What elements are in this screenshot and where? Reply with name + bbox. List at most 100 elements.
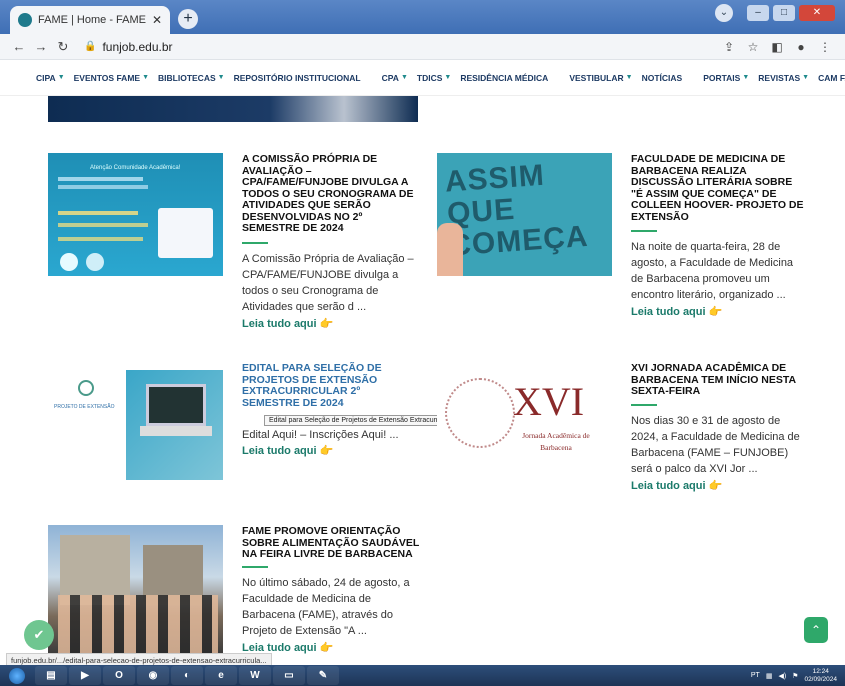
seal-icon bbox=[78, 380, 94, 396]
chrome-icon[interactable]: ◉ bbox=[137, 666, 169, 685]
firefox-icon[interactable]: ◐ bbox=[171, 666, 203, 685]
post-excerpt: No último sábado, 24 de agosto, a Faculd… bbox=[242, 577, 410, 637]
media-player-icon[interactable]: ▶ bbox=[69, 666, 101, 685]
sidepanel-icon[interactable]: ◧ bbox=[765, 40, 789, 54]
post-excerpt: A Comissão Própria de Avaliação – CPA/FA… bbox=[242, 253, 414, 313]
menu-kebab-icon[interactable]: ⋮ bbox=[813, 40, 837, 54]
post-image-jornada[interactable]: XVI Jornada Acadêmica de Barbacena bbox=[437, 364, 612, 484]
title-underline bbox=[631, 404, 657, 406]
internet-explorer-icon[interactable]: e bbox=[205, 666, 237, 685]
flag-icon[interactable]: ⚑ bbox=[792, 672, 798, 680]
read-more-link[interactable]: Leia tudo aqui 👉 bbox=[242, 317, 333, 330]
menu-item-label: NOTÍCIAS bbox=[641, 72, 683, 83]
url-field[interactable]: funjob.edu.br bbox=[102, 40, 717, 54]
new-tab-button[interactable]: + bbox=[178, 9, 198, 29]
menu-item[interactable]: NOTÍCIAS bbox=[642, 73, 683, 83]
post-title[interactable]: XVI JORNADA ACADÊMICA DE BARBACENA TEM I… bbox=[631, 362, 806, 398]
screen: FAME | Home - FAME Faculdade ✕ + ⌄ – □ ✕… bbox=[0, 0, 845, 686]
menu-item-label: CAM FAME bbox=[818, 72, 845, 83]
clock[interactable]: 12:24 02/09/2024 bbox=[804, 668, 837, 684]
group-photo bbox=[58, 595, 218, 655]
read-more-link[interactable]: Leia tudo aqui 👉 bbox=[631, 479, 722, 492]
post-excerpt: Na noite de quarta-feira, 28 de agosto, … bbox=[631, 241, 794, 301]
caret-down-icon: ▼ bbox=[400, 74, 408, 81]
back-icon[interactable]: ← bbox=[8, 39, 30, 54]
post-image-cpa[interactable]: Atenção Comunidade Acadêmica! bbox=[48, 153, 223, 276]
jornada-numeral: XVI bbox=[513, 379, 585, 424]
caret-down-icon: ▼ bbox=[57, 74, 65, 81]
chevron-down-icon[interactable]: ⌄ bbox=[715, 4, 733, 22]
menu-item-label: REPOSITÓRIO INSTITUCIONAL bbox=[233, 72, 361, 83]
post-image-book[interactable]: ASSIM QUE COMEÇA bbox=[437, 153, 612, 276]
post-title[interactable]: A COMISSÃO PRÓPRIA DE AVALIAÇÃO – CPA/FA… bbox=[242, 153, 414, 235]
menu-item-label: CIPA bbox=[36, 72, 56, 83]
menu-item-label: EVENTOS FAME bbox=[73, 72, 141, 83]
volume-icon[interactable]: ◀) bbox=[778, 672, 786, 680]
read-more-link[interactable]: Leia tudo aqui 👉 bbox=[242, 444, 333, 457]
post-title[interactable]: FAME PROMOVE ORIENTAÇÃO SOBRE ALIMENTAÇÃ… bbox=[242, 525, 420, 561]
reload-icon[interactable]: ↻ bbox=[52, 39, 74, 55]
menu-item[interactable]: CPA ▼ bbox=[382, 73, 408, 83]
menu-item[interactable]: TDICS ▼ bbox=[417, 73, 451, 83]
network-icon[interactable]: ▦ bbox=[766, 672, 773, 680]
post-title[interactable]: EDITAL PARA SELEÇÃO DE PROJETOS DE EXTEN… bbox=[242, 362, 392, 409]
menu-item-label: REVISTAS bbox=[758, 72, 801, 83]
laptop-illustration bbox=[146, 384, 206, 426]
tab-title: FAME | Home - FAME Faculdade bbox=[38, 14, 146, 26]
scroll-to-top-button[interactable]: ⌃ bbox=[804, 617, 828, 643]
menu-item[interactable]: CIPA ▼ bbox=[36, 73, 65, 83]
os-taskbar: ▤ ▶ O ◉ ◐ e W ▭ ✎ PT ▦ ◀) ⚑ 12:24 02/09/… bbox=[0, 665, 845, 686]
menu-item[interactable]: EVENTOS FAME ▼ bbox=[74, 73, 149, 83]
windows-logo-icon bbox=[9, 667, 25, 684]
menu-item[interactable]: VESTIBULAR ▼ bbox=[569, 73, 632, 83]
bookmark-star-icon[interactable]: ☆ bbox=[741, 40, 765, 54]
menu-item[interactable]: REPOSITÓRIO INSTITUCIONAL bbox=[234, 73, 361, 83]
clock-date: 02/09/2024 bbox=[804, 675, 837, 683]
lock-icon[interactable]: 🔒 bbox=[84, 41, 96, 52]
forward-icon[interactable]: → bbox=[30, 39, 52, 54]
menu-item-label: PORTAIS bbox=[703, 72, 741, 83]
menu-item-label: RESIDÊNCIA MÉDICA bbox=[460, 72, 549, 83]
menu-item[interactable]: REVISTAS ▼ bbox=[758, 73, 809, 83]
caret-down-icon: ▼ bbox=[742, 74, 750, 81]
browser-tab[interactable]: FAME | Home - FAME Faculdade ✕ bbox=[10, 6, 170, 34]
menu-item-label: BIBLIOTECAS bbox=[158, 72, 216, 83]
read-more-link[interactable]: Leia tudo aqui 👉 bbox=[631, 305, 722, 318]
book-cover-text: ASSIM QUE COMEÇA bbox=[443, 158, 590, 263]
caret-down-icon: ▼ bbox=[444, 74, 452, 81]
close-tab-icon[interactable]: ✕ bbox=[152, 13, 162, 27]
logo-icon bbox=[86, 253, 104, 271]
post-title[interactable]: FACULDADE DE MEDICINA DE BARBACENA REALI… bbox=[631, 153, 806, 223]
window-icon[interactable]: ▭ bbox=[273, 666, 305, 685]
file-explorer-icon[interactable]: ▤ bbox=[35, 666, 67, 685]
opera-icon[interactable]: O bbox=[103, 666, 135, 685]
accessibility-icon[interactable]: ✔ bbox=[24, 620, 54, 650]
paint-icon[interactable]: ✎ bbox=[307, 666, 339, 685]
brain-illustration bbox=[445, 378, 515, 448]
language-indicator[interactable]: PT bbox=[751, 672, 760, 679]
minimize-button[interactable]: – bbox=[747, 5, 769, 21]
site-main-menu: CIPA ▼ EVENTOS FAME ▼ BIBLIOTECAS ▼ REPOSITÓRI… bbox=[0, 60, 845, 96]
close-window-button[interactable]: ✕ bbox=[799, 5, 835, 21]
browser-tab-bar: FAME | Home - FAME Faculdade ✕ + ⌄ – □ ✕ bbox=[0, 0, 845, 34]
menu-item[interactable]: RESIDÊNCIA MÉDICA bbox=[460, 73, 548, 83]
profile-icon[interactable]: ● bbox=[789, 40, 813, 54]
caret-down-icon: ▼ bbox=[802, 74, 810, 81]
post-image-caption: Atenção Comunidade Acadêmica! bbox=[90, 165, 181, 171]
post-image-feira[interactable] bbox=[48, 525, 223, 655]
system-tray: PT ▦ ◀) ⚑ 12:24 02/09/2024 bbox=[751, 668, 845, 684]
word-icon[interactable]: W bbox=[239, 666, 271, 685]
address-bar: ← → ↻ 🔒 funjob.edu.br ⇪ ☆ ◧ ● ⋮ bbox=[0, 34, 845, 60]
menu-item[interactable]: PORTAIS ▼ bbox=[703, 73, 749, 83]
site-favicon-icon bbox=[18, 13, 32, 27]
share-icon[interactable]: ⇪ bbox=[717, 40, 741, 54]
post-image-extensao[interactable]: PROJETO DE EXTENSÃO bbox=[48, 370, 223, 480]
jornada-caption: Jornada Acadêmica de Barbacena bbox=[522, 431, 590, 452]
menu-item[interactable]: BIBLIOTECAS ▼ bbox=[158, 73, 225, 83]
menu-item[interactable]: CAM FAME▼ bbox=[818, 73, 845, 83]
start-button[interactable] bbox=[0, 665, 34, 686]
menu-item-label: VESTIBULAR bbox=[569, 72, 624, 83]
caret-down-icon: ▼ bbox=[142, 74, 150, 81]
title-underline bbox=[242, 566, 268, 568]
maximize-button[interactable]: □ bbox=[773, 5, 795, 21]
